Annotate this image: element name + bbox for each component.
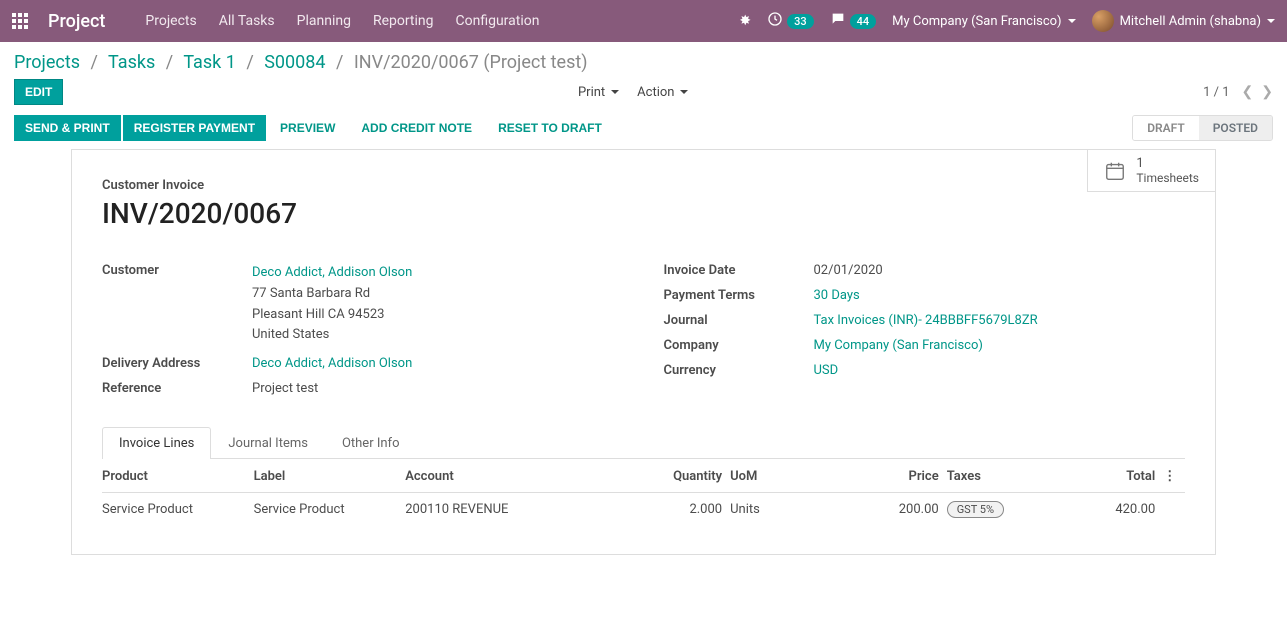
th-options[interactable]: ⋮: [1163, 459, 1185, 493]
journal-value[interactable]: Tax Invoices (INR)- 24BBBFF5679L8ZR: [814, 313, 1038, 328]
currency-label: Currency: [664, 363, 814, 378]
detail-tabs: Invoice Lines Journal Items Other Info: [102, 427, 1185, 459]
th-uom: UoM: [730, 459, 817, 493]
company-name: My Company (San Francisco): [892, 14, 1061, 29]
chat-icon: [830, 11, 846, 31]
address-country: United States: [252, 325, 412, 346]
company-label: Company: [664, 338, 814, 353]
user-name: Mitchell Admin (shabna): [1120, 14, 1261, 29]
messages-button[interactable]: 44: [830, 11, 877, 31]
th-total: Total: [1055, 459, 1163, 493]
register-payment-button[interactable]: REGISTER PAYMENT: [123, 115, 266, 141]
delivery-link[interactable]: Deco Addict, Addison Olson: [252, 356, 412, 371]
activities-button[interactable]: 33: [767, 11, 814, 31]
app-brand: Project: [48, 11, 105, 32]
activities-badge: 33: [787, 14, 814, 29]
cell-product: Service Product: [102, 493, 254, 527]
status-draft[interactable]: DRAFT: [1133, 116, 1199, 140]
cell-label: Service Product: [254, 493, 406, 527]
cell-account: 200110 REVENUE: [405, 493, 622, 527]
avatar: [1092, 10, 1114, 32]
chevron-down-icon: [680, 90, 688, 94]
th-quantity: Quantity: [622, 459, 730, 493]
preview-button[interactable]: PREVIEW: [268, 116, 347, 140]
chevron-down-icon: [611, 90, 619, 94]
journal-label: Journal: [664, 313, 814, 328]
record-kicker: Customer Invoice: [102, 178, 1185, 193]
edit-button[interactable]: EDIT: [14, 79, 63, 105]
breadcrumb-projects[interactable]: Projects: [14, 52, 80, 73]
print-dropdown[interactable]: Print: [578, 85, 619, 100]
reference-label: Reference: [102, 381, 252, 396]
menu-reporting[interactable]: Reporting: [373, 13, 434, 29]
payment-terms-label: Payment Terms: [664, 288, 814, 303]
th-account: Account: [405, 459, 622, 493]
cell-uom: Units: [730, 493, 817, 527]
debug-icon[interactable]: ✸: [739, 13, 751, 29]
messages-badge: 44: [850, 14, 877, 29]
stat-count: 1: [1136, 156, 1199, 171]
invoice-date-label: Invoice Date: [664, 263, 814, 278]
breadcrumb-current: INV/2020/0067 (Project test): [354, 52, 588, 73]
record-title: INV/2020/0067: [102, 197, 1185, 230]
menu-planning[interactable]: Planning: [297, 13, 351, 29]
timesheets-stat-button[interactable]: 1 Timesheets: [1087, 149, 1216, 192]
send-print-button[interactable]: SEND & PRINT: [14, 115, 121, 141]
main-menu: Projects All Tasks Planning Reporting Co…: [145, 13, 539, 29]
table-row[interactable]: Service Product Service Product 200110 R…: [102, 493, 1185, 527]
tab-other-info[interactable]: Other Info: [325, 427, 417, 459]
status-bar: DRAFT POSTED: [1132, 115, 1273, 141]
action-bar: SEND & PRINT REGISTER PAYMENT PREVIEW AD…: [0, 115, 1287, 149]
pager-text: 1 / 1: [1203, 85, 1229, 100]
pager-prev[interactable]: ❮: [1242, 84, 1254, 100]
menu-all-tasks[interactable]: All Tasks: [219, 13, 275, 29]
customer-link[interactable]: Deco Addict, Addison Olson: [252, 263, 412, 284]
control-row: EDIT Print Action 1 / 1 ❮ ❯: [0, 73, 1287, 115]
calendar-icon: [1104, 160, 1126, 182]
pager-next[interactable]: ❯: [1261, 84, 1273, 100]
cell-taxes: GST 5%: [947, 493, 1055, 527]
pager: 1 / 1 ❮ ❯: [1203, 84, 1273, 100]
company-value[interactable]: My Company (San Francisco): [814, 338, 983, 353]
tax-pill: GST 5%: [947, 501, 1004, 518]
clock-icon: [767, 11, 783, 31]
apps-icon[interactable]: [12, 13, 28, 29]
customer-label: Customer: [102, 263, 252, 346]
address-line1: 77 Santa Barbara Rd: [252, 284, 412, 305]
breadcrumb-task1[interactable]: Task 1: [183, 52, 236, 73]
address-line2: Pleasant Hill CA 94523: [252, 305, 412, 326]
top-navbar: Project Projects All Tasks Planning Repo…: [0, 0, 1287, 42]
th-product: Product: [102, 459, 254, 493]
menu-projects[interactable]: Projects: [145, 13, 196, 29]
cell-price: 200.00: [817, 493, 947, 527]
invoice-lines-table: Product Label Account Quantity UoM Price…: [102, 459, 1185, 526]
currency-value[interactable]: USD: [814, 363, 839, 378]
breadcrumb: Projects / Tasks / Task 1 / S00084 / INV…: [14, 52, 588, 73]
company-switcher[interactable]: My Company (San Francisco): [892, 14, 1075, 29]
action-dropdown[interactable]: Action: [637, 85, 688, 100]
chevron-down-icon: [1068, 19, 1076, 23]
payment-terms-value[interactable]: 30 Days: [814, 288, 860, 303]
invoice-date-value: 02/01/2020: [814, 263, 883, 278]
cell-quantity: 2.000: [622, 493, 730, 527]
th-price: Price: [817, 459, 947, 493]
breadcrumb-row: Projects / Tasks / Task 1 / S00084 / INV…: [0, 42, 1287, 73]
form-panel: 1 Timesheets Customer Invoice INV/2020/0…: [71, 149, 1216, 555]
tab-journal-items[interactable]: Journal Items: [211, 427, 325, 459]
status-posted[interactable]: POSTED: [1199, 116, 1272, 140]
tab-invoice-lines[interactable]: Invoice Lines: [102, 427, 211, 459]
th-taxes: Taxes: [947, 459, 1055, 493]
breadcrumb-sale[interactable]: S00084: [264, 52, 325, 73]
breadcrumb-tasks[interactable]: Tasks: [108, 52, 155, 73]
reset-to-draft-button[interactable]: RESET TO DRAFT: [486, 116, 614, 140]
chevron-down-icon: [1267, 19, 1275, 23]
cell-total: 420.00: [1055, 493, 1163, 527]
user-menu[interactable]: Mitchell Admin (shabna): [1092, 10, 1275, 32]
menu-configuration[interactable]: Configuration: [456, 13, 540, 29]
add-credit-note-button[interactable]: ADD CREDIT NOTE: [349, 116, 484, 140]
stat-label: Timesheets: [1136, 171, 1199, 185]
delivery-label: Delivery Address: [102, 356, 252, 371]
th-label: Label: [254, 459, 406, 493]
reference-value: Project test: [252, 381, 318, 396]
